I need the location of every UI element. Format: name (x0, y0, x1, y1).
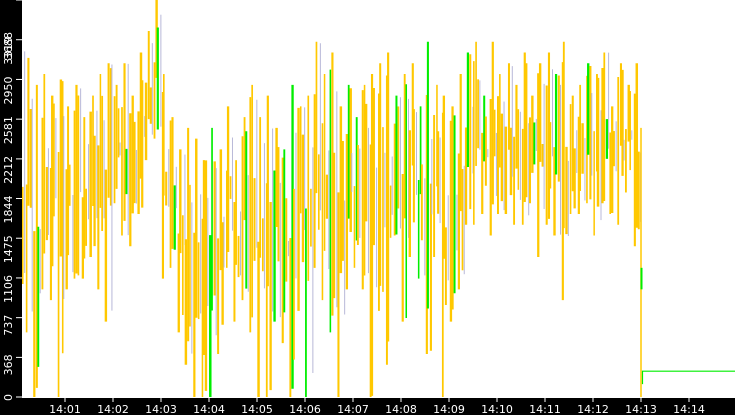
x-tick-label: 14:01 (49, 403, 81, 415)
y-tick-label: 1106 (2, 275, 15, 303)
x-tick-label: 14:12 (577, 403, 609, 415)
x-tick-label: 14:04 (193, 403, 225, 415)
y-tick-label: 2212 (2, 156, 15, 184)
y-tick-label: 2581 (2, 116, 15, 144)
x-tick-label: 14:09 (433, 403, 465, 415)
x-tick-label: 14:02 (97, 403, 129, 415)
chart: 0 368 737 1106 1475 1844 2212 2581 2950 3319 3688 1… (0, 0, 735, 415)
x-tick-label: 14:13 (625, 403, 657, 415)
y-tick-label: 737 (2, 315, 15, 336)
y-tick-label: 2950 (2, 76, 15, 104)
x-tick-label: 14:06 (289, 403, 321, 415)
axes: 0368737110614751844221225812950331936881… (2, 0, 705, 415)
x-tick-label: 14:05 (241, 403, 273, 415)
x-tick-label: 14:14 (673, 403, 705, 415)
x-tick-label: 14:03 (145, 403, 177, 415)
tail-line (641, 370, 735, 385)
x-tick-label: 14:10 (481, 403, 513, 415)
y-tick-label: 3688 (2, 32, 15, 60)
chart-svg: 0368737110614751844221225812950331936881… (0, 0, 735, 415)
plot-area (16, 0, 735, 397)
x-tick-label: 14:08 (385, 403, 417, 415)
x-tick-label: 14:07 (337, 403, 369, 415)
y-tick-label: 368 (2, 354, 15, 375)
y-tick-label: 0 (2, 394, 15, 401)
y-tick-label: 1475 (2, 235, 15, 263)
y-tick-label: 1844 (2, 196, 15, 224)
x-tick-label: 14:11 (529, 403, 561, 415)
